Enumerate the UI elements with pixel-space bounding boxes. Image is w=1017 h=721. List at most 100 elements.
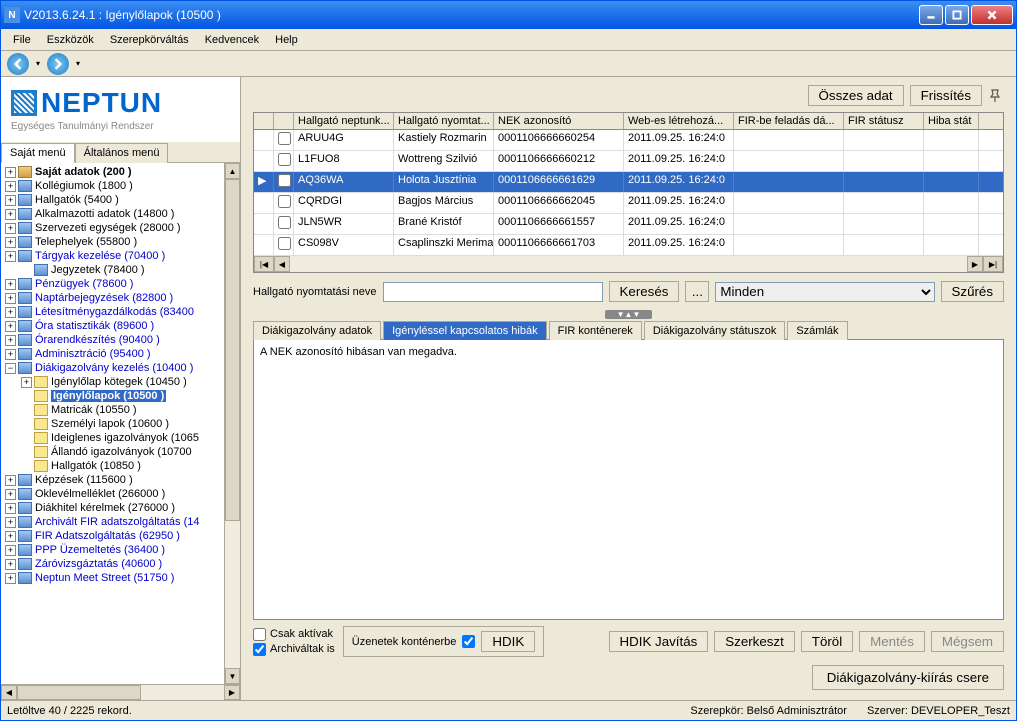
row-checkbox[interactable] bbox=[278, 132, 291, 145]
tab-general-menu[interactable]: Általános menü bbox=[75, 143, 169, 163]
search-browse-button[interactable]: ... bbox=[685, 281, 709, 302]
grid-scroll-left-icon[interactable]: ◀ bbox=[274, 256, 290, 272]
tree-item[interactable]: +Szervezeti egységek (28000 ) bbox=[3, 221, 222, 235]
row-checkbox-cell[interactable] bbox=[274, 151, 294, 171]
grid-col-firdate[interactable]: FIR-be feladás dá... bbox=[734, 113, 844, 129]
row-checkbox[interactable] bbox=[278, 216, 291, 229]
tree-item[interactable]: +Naptárbejegyzések (82800 ) bbox=[3, 291, 222, 305]
grid-scroll-right-icon[interactable]: ▶ bbox=[967, 256, 983, 272]
table-row[interactable]: L1FUO8Wottreng Szilvió000110666666021220… bbox=[254, 151, 1003, 172]
tree-item[interactable]: +Matricák (10550 ) bbox=[3, 403, 222, 417]
nav-forward-dropdown[interactable]: ▾ bbox=[73, 53, 83, 75]
edit-button[interactable]: Szerkeszt bbox=[714, 631, 795, 652]
archived-checkbox[interactable] bbox=[253, 643, 266, 656]
row-selector[interactable] bbox=[254, 130, 274, 150]
table-row[interactable]: ▶AQ36WAHolota Jusztínia00011066666616292… bbox=[254, 172, 1003, 193]
grid-scroll-far-left-icon[interactable]: |◀ bbox=[254, 256, 274, 272]
expand-icon[interactable]: + bbox=[5, 279, 16, 290]
grid-col-name[interactable]: Hallgató nyomtat... bbox=[394, 113, 494, 129]
row-checkbox-cell[interactable] bbox=[274, 193, 294, 213]
tree-item[interactable]: +Neptun Meet Street (51750 ) bbox=[3, 571, 222, 585]
scroll-thumb[interactable] bbox=[225, 179, 240, 521]
search-button[interactable]: Keresés bbox=[609, 281, 680, 302]
tab-card-statuses[interactable]: Diákigazolvány státuszok bbox=[644, 321, 786, 340]
row-selector[interactable] bbox=[254, 214, 274, 234]
table-row[interactable]: ARUU4GKastiely Rozmarin00011066666602542… bbox=[254, 130, 1003, 151]
tree-item[interactable]: +Oklevélmelléklet (266000 ) bbox=[3, 487, 222, 501]
nav-back-button[interactable] bbox=[7, 53, 29, 75]
expand-icon[interactable]: + bbox=[5, 475, 16, 486]
only-active-check[interactable]: Csak aktívak bbox=[253, 628, 335, 641]
filter-select[interactable]: Minden bbox=[715, 282, 934, 302]
tree-item[interactable]: +Személyi lapok (10600 ) bbox=[3, 417, 222, 431]
tab-request-errors[interactable]: Igényléssel kapcsolatos hibák bbox=[383, 321, 547, 340]
minimize-button[interactable] bbox=[919, 5, 943, 25]
tree-item[interactable]: +Saját adatok (200 ) bbox=[3, 165, 222, 179]
tree-item[interactable]: +Ideiglenes igazolványok (1065 bbox=[3, 431, 222, 445]
expand-icon[interactable]: + bbox=[5, 559, 16, 570]
hscroll-thumb[interactable] bbox=[17, 685, 141, 700]
tree-item[interactable]: +Állandó igazolványok (10700 bbox=[3, 445, 222, 459]
expand-icon[interactable]: − bbox=[5, 363, 16, 374]
tree-item[interactable]: +Igénylőlap kötegek (10450 ) bbox=[3, 375, 222, 389]
expand-icon[interactable]: + bbox=[5, 293, 16, 304]
expand-icon[interactable]: + bbox=[5, 167, 16, 178]
expand-icon[interactable]: + bbox=[5, 251, 16, 262]
tree-item[interactable]: +Hallgatók (10850 ) bbox=[3, 459, 222, 473]
tree-item[interactable]: +PPP Üzemeltetés (36400 ) bbox=[3, 543, 222, 557]
tree-item[interactable]: +Igénylőlapok (10500 ) bbox=[3, 389, 222, 403]
menu-file[interactable]: File bbox=[5, 32, 39, 48]
maximize-button[interactable] bbox=[945, 5, 969, 25]
tree-vscroll[interactable]: ▲ ▼ bbox=[224, 163, 240, 684]
tree-item[interactable]: +Létesítménygazdálkodás (83400 bbox=[3, 305, 222, 319]
tree-item[interactable]: +Óra statisztikák (89600 ) bbox=[3, 319, 222, 333]
hdik-button[interactable]: HDIK bbox=[481, 631, 535, 652]
grid-header-selector[interactable] bbox=[254, 113, 274, 129]
menu-tools[interactable]: Eszközök bbox=[39, 32, 102, 48]
scroll-right-icon[interactable]: ▶ bbox=[224, 685, 240, 700]
expand-icon[interactable]: + bbox=[5, 573, 16, 584]
collapse-toggle[interactable]: ▼▲▼ bbox=[245, 308, 1012, 320]
all-data-button[interactable]: Összes adat bbox=[808, 85, 904, 106]
expand-icon[interactable]: + bbox=[5, 335, 16, 346]
expand-icon[interactable]: + bbox=[5, 181, 16, 192]
nav-forward-button[interactable] bbox=[47, 53, 69, 75]
row-selector[interactable] bbox=[254, 151, 274, 171]
hdik-fix-button[interactable]: HDIK Javítás bbox=[609, 631, 709, 652]
row-checkbox[interactable] bbox=[278, 153, 291, 166]
tree-item[interactable]: +Alkalmazotti adatok (14800 ) bbox=[3, 207, 222, 221]
expand-icon[interactable]: + bbox=[5, 307, 16, 318]
expand-icon[interactable]: + bbox=[5, 237, 16, 248]
grid-scroll-far-right-icon[interactable]: ▶| bbox=[983, 256, 1003, 272]
table-row[interactable]: CS098VCsaplinszki Merima0001106666661703… bbox=[254, 235, 1003, 256]
scroll-up-icon[interactable]: ▲ bbox=[225, 163, 240, 179]
filter-button[interactable]: Szűrés bbox=[941, 281, 1004, 302]
row-selector[interactable] bbox=[254, 193, 274, 213]
row-checkbox-cell[interactable] bbox=[274, 214, 294, 234]
expand-icon[interactable]: + bbox=[5, 223, 16, 234]
expand-icon[interactable]: + bbox=[5, 489, 16, 500]
card-swap-button[interactable]: Diákigazolvány-kiírás csere bbox=[812, 665, 1004, 690]
row-checkbox[interactable] bbox=[278, 237, 291, 250]
row-checkbox-cell[interactable] bbox=[274, 172, 294, 192]
tree-item[interactable]: +Hallgatók (5400 ) bbox=[3, 193, 222, 207]
tab-own-menu[interactable]: Saját menü bbox=[1, 143, 75, 163]
expand-icon[interactable]: + bbox=[5, 503, 16, 514]
tree-item[interactable]: −Diákigazolvány kezelés (10400 ) bbox=[3, 361, 222, 375]
expand-icon[interactable]: + bbox=[5, 349, 16, 360]
tree-hscroll[interactable]: ◀ ▶ bbox=[1, 684, 240, 700]
tree-item[interactable]: +Telephelyek (55800 ) bbox=[3, 235, 222, 249]
table-row[interactable]: JLN5WRBrané Kristóf00011066666615572011.… bbox=[254, 214, 1003, 235]
tab-invoices[interactable]: Számlák bbox=[787, 321, 847, 340]
save-button[interactable]: Mentés bbox=[859, 631, 925, 652]
expand-icon[interactable]: + bbox=[5, 195, 16, 206]
nav-tree[interactable]: +Saját adatok (200 )+Kollégiumok (1800 )… bbox=[1, 163, 224, 684]
expand-icon[interactable]: + bbox=[21, 377, 32, 388]
grid-col-neptun[interactable]: Hallgató neptunk... bbox=[294, 113, 394, 129]
scroll-left-icon[interactable]: ◀ bbox=[1, 685, 17, 700]
tree-item[interactable]: +Tárgyak kezelése (70400 ) bbox=[3, 249, 222, 263]
grid-header-checkbox[interactable] bbox=[274, 113, 294, 129]
scroll-down-icon[interactable]: ▼ bbox=[225, 668, 240, 684]
grid-col-firstatus[interactable]: FIR státusz bbox=[844, 113, 924, 129]
delete-button[interactable]: Töröl bbox=[801, 631, 853, 652]
